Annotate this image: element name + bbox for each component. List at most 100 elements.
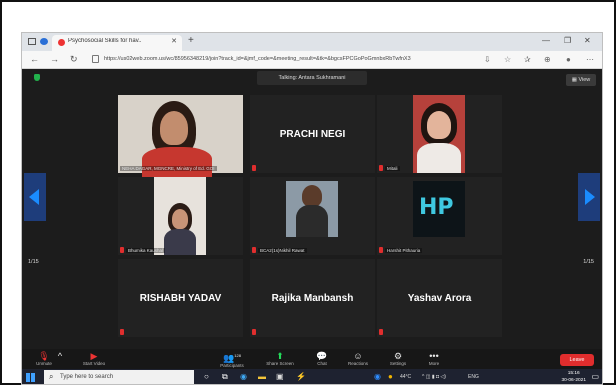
tab-bar: Psychosocial Skills for hav.. ✕ + — ❐ ✕ — [22, 33, 602, 51]
new-tab-icon[interactable]: + — [188, 35, 194, 46]
reactions-icon: ☺ — [353, 351, 363, 361]
hp-logo-image: HP — [419, 195, 454, 220]
taskbar-clock[interactable]: 15:16 30-06-2021 — [561, 371, 586, 384]
muted-mic-icon — [252, 247, 256, 253]
meeting-toolbar: 🎙 Unmute ^ ▶ Start Video 👥128 Participan… — [22, 349, 602, 369]
muted-mic-icon — [379, 165, 383, 171]
participant-name: Bhumika Kaushal — [126, 248, 166, 253]
profile-icon[interactable]: ● — [566, 55, 571, 64]
video-off-icon: ▶ — [90, 351, 98, 361]
notifications-icon[interactable]: ▭ — [591, 372, 599, 382]
search-icon: ⌕ — [49, 372, 54, 381]
lock-icon[interactable] — [92, 55, 99, 63]
participant-video — [154, 177, 206, 255]
taskbar-search-box[interactable]: ⌕ Type here to search — [44, 370, 194, 384]
start-video-label: Start Video — [82, 361, 106, 366]
os-taskbar: ⌕ Type here to search ○ ⧉ ◉ ▬ ▣ ⚡ ◉ ● 44… — [22, 369, 602, 384]
participant-name: Yashav Arora — [407, 292, 472, 304]
extensions-icon[interactable]: ⊕ — [544, 55, 551, 64]
favorite-icon[interactable]: ☆ — [504, 55, 511, 64]
settings-label: Settings — [389, 361, 407, 366]
language-indicator[interactable]: ENG — [468, 374, 479, 380]
screenshot-frame: Psychosocial Skills for hav.. ✕ + — ❐ ✕ … — [0, 0, 616, 385]
participant-name: Mitali — [385, 166, 400, 171]
menu-icon[interactable]: ⋯ — [586, 55, 594, 64]
url-field[interactable]: https://us02web.zoom.us/wc/85956348219/j… — [104, 56, 484, 62]
window-menu-icon[interactable] — [28, 38, 36, 45]
tab-zoom-meeting[interactable]: Psychosocial Skills for hav.. ✕ — [52, 35, 182, 51]
share-screen-button[interactable]: ⬆ Share Screen — [260, 351, 300, 366]
more-label: More — [428, 361, 440, 366]
video-tile[interactable]: Bhumika Kaushal — [118, 177, 243, 255]
participants-button[interactable]: 👥128 Participants — [212, 351, 252, 368]
video-tile[interactable]: NEHA DAGAR, MGNCRE, Ministry of Ed. GOI — [118, 95, 243, 177]
back-icon[interactable]: ← — [30, 54, 39, 64]
participants-label: Participants — [220, 363, 244, 368]
zoom-favicon-icon — [40, 38, 48, 45]
more-button[interactable]: ••• More — [414, 351, 454, 366]
muted-mic-icon — [252, 329, 256, 335]
forward-icon[interactable]: → — [50, 54, 59, 64]
recording-icon — [58, 39, 65, 46]
prev-page-button[interactable] — [24, 173, 46, 221]
gear-icon: ⚙ — [393, 351, 403, 361]
cortana-icon[interactable]: ○ — [204, 372, 209, 382]
participant-name: Harshit Pithauria — [385, 248, 423, 253]
leave-button[interactable]: Leave — [560, 354, 594, 366]
video-tile[interactable]: Yashav Arora — [377, 259, 502, 337]
audio-options-button[interactable]: ^ — [54, 351, 66, 361]
video-tile[interactable]: Rajika Manbansh — [250, 259, 375, 337]
task-view-icon[interactable]: ⧉ — [222, 372, 228, 382]
page-indicator-left: 1/15 — [28, 259, 39, 265]
store-icon[interactable]: ▣ — [276, 372, 284, 382]
chat-label: Chat — [317, 361, 327, 366]
participant-video — [286, 181, 338, 237]
muted-mic-icon — [120, 247, 124, 253]
video-tile[interactable]: BCA2(1s)Nikhil Rawat — [250, 177, 375, 255]
app-icon[interactable]: ⚡ — [296, 372, 306, 382]
video-tile[interactable]: PRACHI NEGI — [250, 95, 375, 173]
zoom-taskbar-icon[interactable]: ◉ — [374, 372, 381, 382]
participants-icon: 👥128 — [223, 353, 241, 363]
tab-title: Psychosocial Skills for hav.. — [68, 38, 142, 44]
chat-icon: 💬 — [316, 351, 328, 361]
file-explorer-icon[interactable]: ▬ — [258, 372, 266, 382]
video-tile[interactable]: RISHABH YADAV — [118, 259, 243, 337]
muted-mic-icon — [252, 165, 256, 171]
video-tile[interactable]: HP Harshit Pithauria — [377, 177, 502, 255]
participant-video — [413, 95, 465, 173]
start-video-button[interactable]: ▶ Start Video — [74, 351, 114, 366]
security-shield-icon[interactable] — [34, 74, 40, 81]
clock-date: 30-06-2021 — [561, 377, 586, 383]
close-window-icon[interactable]: ✕ — [584, 36, 591, 45]
next-page-button[interactable] — [578, 173, 600, 221]
maximize-icon[interactable]: ❐ — [564, 36, 571, 45]
download-icon[interactable]: ⇩ — [484, 55, 491, 64]
unmute-label: Unmute — [36, 361, 52, 366]
view-button[interactable]: ▦ View — [566, 74, 596, 86]
refresh-icon[interactable]: ↻ — [70, 54, 78, 65]
edge-icon[interactable]: ◉ — [240, 372, 247, 382]
collections-icon[interactable]: ✰ — [524, 55, 531, 64]
share-screen-label: Share Screen — [266, 361, 294, 366]
participants-count: 128 — [234, 353, 241, 358]
tab-close-icon[interactable]: ✕ — [171, 37, 177, 45]
arrow-left-icon — [29, 189, 39, 205]
meeting-area: Talking: Antara Sukhramani ▦ View 1/15 1… — [22, 69, 602, 349]
browser-window: Psychosocial Skills for hav.. ✕ + — ❐ ✕ … — [21, 32, 603, 385]
address-bar: ← → ↻ https://us02web.zoom.us/wc/8595634… — [22, 51, 602, 69]
participant-name: BCA2(1s)Nikhil Rawat — [258, 248, 307, 253]
muted-mic-icon — [120, 329, 124, 335]
video-tile[interactable]: Mitali — [377, 95, 502, 173]
participant-name: RISHABH YADAV — [139, 292, 222, 304]
participant-name: PRACHI NEGI — [279, 128, 346, 140]
chat-button[interactable]: 💬 Chat — [302, 351, 342, 366]
windows-start-icon[interactable] — [26, 373, 35, 382]
minimize-icon[interactable]: — — [542, 36, 550, 45]
system-tray-icons[interactable]: ^ ◫ ▮ ◘ ◁) — [422, 374, 446, 380]
participant-name: Rajika Manbansh — [271, 292, 354, 304]
settings-button[interactable]: ⚙ Settings — [378, 351, 418, 366]
participant-video: HP — [413, 181, 465, 237]
reactions-button[interactable]: ☺ Reactions — [338, 351, 378, 366]
muted-mic-icon — [379, 329, 383, 335]
